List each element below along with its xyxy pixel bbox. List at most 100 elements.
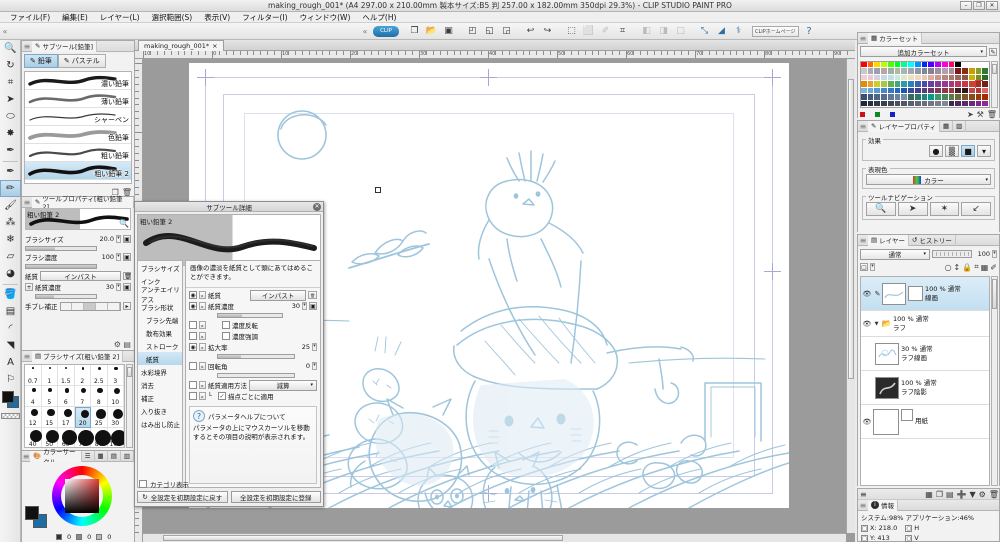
operation-tool[interactable]: ➤ [0, 91, 21, 108]
setting-emphasize-density-enable[interactable] [189, 332, 197, 341]
setting-rotation-spinner[interactable]: ▾ [312, 362, 317, 371]
brush-size-cell-3[interactable]: 3 [107, 365, 124, 386]
setting-apply-per-dot-enable[interactable] [189, 392, 197, 401]
setting-texture-density-dynamics[interactable]: ▣ [309, 302, 317, 311]
transform-icon[interactable]: ⌗ [615, 24, 630, 39]
layer-mask-dropdown[interactable]: ▾ [870, 263, 875, 271]
texture-density-slider-row[interactable] [22, 292, 134, 300]
menu-file[interactable]: ファイル(F) [4, 12, 56, 23]
layer-grid-icon[interactable]: ▦ [981, 263, 989, 272]
undo-region-icon[interactable]: ◰ [465, 24, 480, 39]
fill-icon[interactable]: ◧ [639, 24, 654, 39]
fill-tool[interactable]: 🪣 [0, 286, 21, 303]
figure-tool[interactable]: ◜ [0, 320, 21, 337]
layer-thumbnail[interactable] [882, 282, 906, 305]
layer-thumbnail[interactable] [875, 376, 899, 399]
stabilization-more-button[interactable]: ▸ [123, 302, 131, 310]
detail-category-2[interactable]: アンチエイリアス [138, 286, 182, 304]
tab-sub-tool[interactable]: ✎ サブツール[鉛筆] [32, 40, 98, 52]
setting-invert-density-expand-icon[interactable]: ▸ [199, 321, 206, 330]
setting-texture-density-slider[interactable] [217, 313, 283, 319]
select-all-icon[interactable]: ⬚ [564, 24, 579, 39]
eyedropper-tool[interactable]: ✒ [0, 142, 21, 159]
text-tool[interactable]: A [0, 354, 21, 371]
eraser-tool[interactable]: ▱ [0, 248, 21, 265]
color-swatch-6-12[interactable] [941, 100, 949, 107]
layers-grip[interactable]: ≡ [858, 233, 868, 247]
foreground-color-chip-wheel[interactable] [25, 506, 39, 520]
close-button[interactable]: ✕ [986, 1, 998, 10]
tab-layer-property-other-1[interactable]: ▦ [940, 120, 954, 132]
info-grip[interactable]: ≡ [858, 498, 868, 512]
color-wheel-chips[interactable] [25, 506, 47, 528]
stabilization-control[interactable] [59, 301, 121, 311]
tab-layer-property-other-2[interactable]: ▨ [953, 120, 967, 132]
sub-tool-item-0[interactable]: 濃い鉛筆 [25, 72, 131, 90]
new-file-icon[interactable]: ❐ [407, 24, 422, 39]
nav-zoom-icon[interactable]: 🔍 [866, 202, 896, 216]
pencil-tool[interactable]: ✏ [0, 180, 21, 197]
preview-zoom-icon[interactable]: 🔍 [119, 219, 129, 228]
tab-color-slider[interactable]: ☰ [82, 450, 95, 462]
gradient-tool[interactable]: ▤ [0, 303, 21, 320]
nav-transform-icon[interactable]: ✶ [929, 202, 960, 216]
nav-move-icon[interactable]: ↙ [961, 202, 991, 216]
brush-size-cell-70[interactable]: 70 [75, 428, 95, 447]
detail-category-9[interactable]: 消去 [138, 378, 182, 391]
color-swatch-6-5[interactable] [894, 100, 902, 107]
frame-icon[interactable]: □ [673, 24, 688, 39]
brush-size-spinner[interactable]: ▾ [116, 235, 121, 243]
layer-visibility-icon[interactable]: 👁 [861, 290, 873, 298]
setting-texture-density-spinner[interactable]: ▾ [302, 302, 307, 311]
symmetry-icon[interactable]: ⚕ [731, 24, 746, 39]
brush-size-cell-40[interactable]: 40 [25, 428, 42, 447]
brush-size-cell-1[interactable]: 1 [41, 365, 58, 386]
detail-category-10[interactable]: 補正 [138, 391, 182, 404]
brush-size-cell-20[interactable]: 20 [74, 407, 91, 428]
setting-emphasize-density-expand-icon[interactable]: ▸ [199, 332, 206, 341]
detail-category-6[interactable]: ストローク [138, 339, 182, 352]
layer-settings-icon[interactable]: ⚙ [979, 490, 986, 499]
setting-rotation-checkbox[interactable] [189, 362, 197, 371]
color-set-edit-icon[interactable]: ✎ [989, 47, 997, 56]
setting-rotation-slider-row[interactable] [186, 372, 320, 380]
effect-tone-button[interactable]: ▒ [945, 145, 959, 157]
transparent-color-chip[interactable] [1, 413, 20, 419]
setting-invert-density-enable[interactable] [189, 321, 197, 330]
brush-size-cell-10[interactable]: 10 [107, 386, 124, 407]
brush-size-slider-row[interactable] [22, 244, 134, 252]
setting-texture-checkbox[interactable] [189, 291, 197, 300]
brush-size-grid[interactable]: 0.7 1 1.5 2 2.5 3 4 5 6 7 8 10 12 15 17 20 25 30 40 50 60 70 8… [24, 364, 125, 448]
layer-row-line-art[interactable]: 👁 ✎ 100 % 通常 線画 [861, 277, 989, 311]
layer-opacity-slider[interactable] [932, 250, 972, 258]
brush-tool[interactable]: 🖌 [0, 197, 21, 214]
delete-color-icon[interactable]: 🗑 [987, 110, 997, 119]
color-swatch-6-1[interactable] [867, 100, 875, 107]
nav-select-icon[interactable]: ➤ [897, 202, 928, 216]
color-swatch-6-3[interactable] [881, 100, 888, 107]
sub-tool-item-3[interactable]: 色鉛筆 [25, 126, 131, 144]
sub-tool-grip[interactable]: ≡ [22, 39, 32, 53]
setting-scale-slider[interactable] [217, 354, 295, 360]
undo-icon[interactable]: ↩ [523, 24, 538, 39]
setting-texture-density-slider-row[interactable] [186, 312, 320, 320]
effect-layer-color-button[interactable]: ■ [961, 145, 975, 157]
setting-texture-expand-icon[interactable]: ▸ [199, 291, 206, 300]
sub-tool-item-1[interactable]: 薄い鉛筆 [25, 90, 131, 108]
layer-list[interactable]: 👁 ✎ 100 % 通常 線画 👁 ▼ 📂 100 % 通常 ラフ 30 % 通… [860, 276, 990, 486]
expression-color-select[interactable]: カラー ▾ [866, 174, 991, 185]
brush-density-dynamics-button[interactable]: ▣ [123, 253, 131, 261]
tool-property-footer-icons[interactable]: ⚙ ▤ [114, 340, 131, 349]
layer-visibility-icon[interactable]: 👁 [861, 320, 873, 328]
lock-layer-icon[interactable]: ⌗ [974, 262, 979, 272]
brush-size-grip[interactable]: ≡ [22, 349, 32, 363]
brush-size-cell-2[interactable]: 2 [74, 365, 91, 386]
texture-delete-icon[interactable]: 🗑 [123, 272, 132, 280]
add-color-icon[interactable]: ➤ [967, 110, 974, 119]
menu-view[interactable]: 表示(V) [198, 12, 236, 23]
menu-layer[interactable]: レイヤー(L) [94, 12, 146, 23]
move-layer-tool[interactable]: ⌗ [0, 74, 21, 91]
recent-color-1[interactable] [860, 111, 865, 117]
brush-size-cell-80[interactable]: 80 [91, 428, 111, 447]
menu-edit[interactable]: 編集(E) [56, 12, 94, 23]
